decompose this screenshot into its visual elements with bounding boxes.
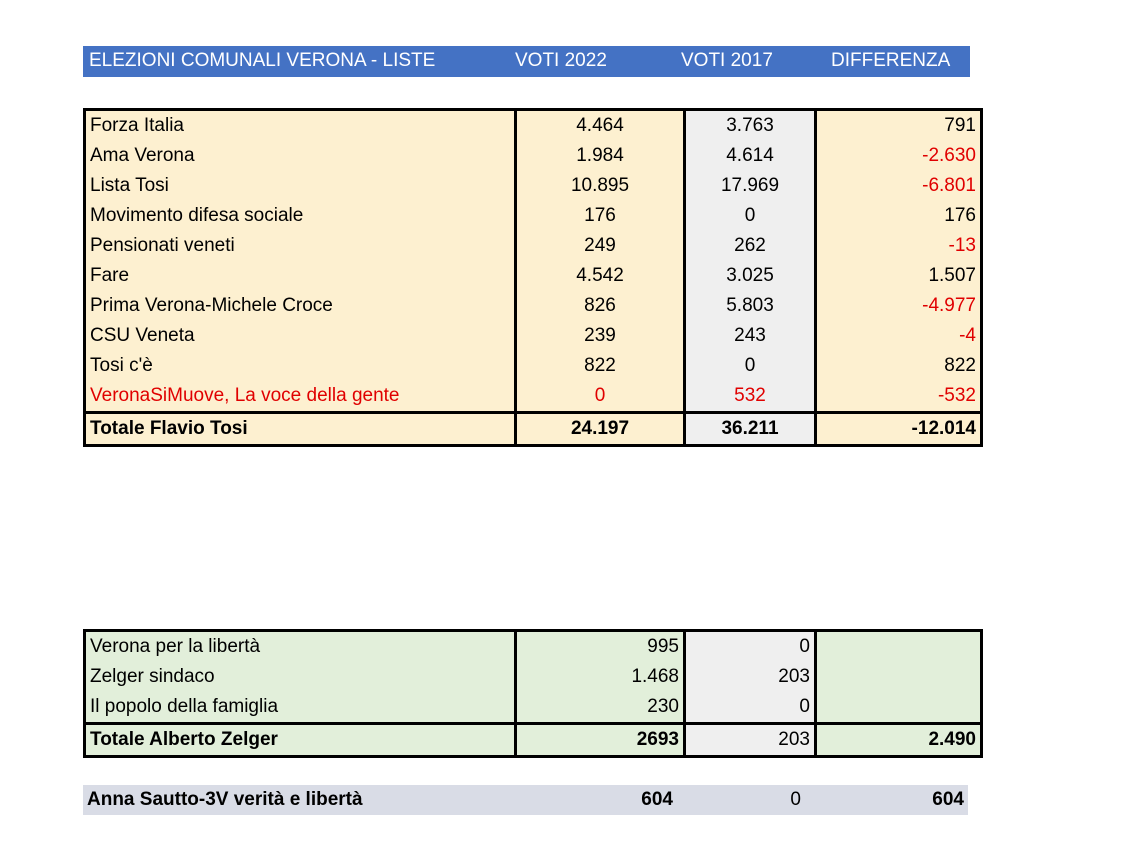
total-2017: 203	[684, 722, 817, 757]
votes-2017: 17.969	[684, 171, 817, 201]
votes-2022: 1.984	[515, 141, 686, 171]
difference	[815, 692, 982, 724]
zelger-lists-table: Verona per la libertà 995 0 Zelger sinda…	[83, 629, 983, 758]
difference: 176	[815, 201, 982, 231]
votes-2022: 4.464	[515, 109, 686, 141]
votes-2022: 826	[515, 291, 686, 321]
votes-2017: 3.025	[684, 261, 817, 291]
list-name: Tosi c'è	[84, 351, 517, 381]
votes-2017: 532	[684, 381, 817, 413]
votes-2022: 230	[515, 692, 686, 724]
difference: -4.977	[815, 291, 982, 321]
header-voti-2022: VOTI 2022	[515, 50, 607, 71]
votes-2017: 0	[684, 692, 817, 724]
total-2022: 2693	[515, 722, 686, 757]
list-name: Lista Tosi	[84, 171, 517, 201]
difference: -4	[815, 321, 982, 351]
votes-2022: 604	[511, 785, 677, 815]
difference: -532	[815, 381, 982, 413]
table-row: CSU Veneta 239 243 -4	[84, 321, 982, 351]
votes-2022: 1.468	[515, 662, 686, 692]
list-name: Verona per la libertà	[84, 630, 517, 662]
difference: 1.507	[815, 261, 982, 291]
table-header-bar: ELEZIONI COMUNALI VERONA - LISTE VOTI 20…	[83, 46, 970, 77]
votes-2017: 0	[684, 201, 817, 231]
list-name: Prima Verona-Michele Croce	[84, 291, 517, 321]
votes-2022: 249	[515, 231, 686, 261]
list-name: Il popolo della famiglia	[84, 692, 517, 724]
table-row: Fare 4.542 3.025 1.507	[84, 261, 982, 291]
table-row: Il popolo della famiglia 230 0	[84, 692, 982, 724]
table-row: VeronaSiMuove, La voce della gente 0 532…	[84, 381, 982, 413]
list-name: VeronaSiMuove, La voce della gente	[84, 381, 517, 413]
table-row: Prima Verona-Michele Croce 826 5.803 -4.…	[84, 291, 982, 321]
difference: -13	[815, 231, 982, 261]
total-2022: 24.197	[515, 411, 686, 446]
header-voti-2017: VOTI 2017	[681, 50, 773, 71]
list-name: Ama Verona	[84, 141, 517, 171]
votes-2022: 822	[515, 351, 686, 381]
table-row: Pensionati veneti 249 262 -13	[84, 231, 982, 261]
votes-2017: 4.614	[684, 141, 817, 171]
table-row: Ama Verona 1.984 4.614 -2.630	[84, 141, 982, 171]
table-row: Lista Tosi 10.895 17.969 -6.801	[84, 171, 982, 201]
difference	[815, 630, 982, 662]
votes-2017: 203	[684, 662, 817, 692]
votes-2022: 239	[515, 321, 686, 351]
sautto-table: Anna Sautto-3V verità e libertà 604 0 60…	[83, 785, 968, 815]
difference: 822	[815, 351, 982, 381]
list-name: Movimento difesa sociale	[84, 201, 517, 231]
votes-2017: 0	[684, 351, 817, 381]
votes-2022: 176	[515, 201, 686, 231]
table-row: Verona per la libertà 995 0	[84, 630, 982, 662]
votes-2017: 3.763	[684, 109, 817, 141]
difference: -6.801	[815, 171, 982, 201]
votes-2017: 262	[684, 231, 817, 261]
votes-2022: 4.542	[515, 261, 686, 291]
list-name: Fare	[84, 261, 517, 291]
total-row: Totale Alberto Zelger 2693 203 2.490	[84, 722, 982, 757]
list-name: Anna Sautto-3V verità e libertà	[83, 785, 511, 815]
difference: 604	[805, 785, 968, 815]
total-2017: 36.211	[684, 411, 817, 446]
votes-2017: 243	[684, 321, 817, 351]
list-name: CSU Veneta	[84, 321, 517, 351]
difference: 791	[815, 109, 982, 141]
total-row: Totale Flavio Tosi 24.197 36.211 -12.014	[84, 411, 982, 446]
table-row: Forza Italia 4.464 3.763 791	[84, 109, 982, 141]
header-title: ELEZIONI COMUNALI VERONA - LISTE	[89, 50, 436, 71]
tosi-lists-table: Forza Italia 4.464 3.763 791 Ama Verona …	[83, 108, 983, 447]
list-name: Forza Italia	[84, 109, 517, 141]
table-row: Anna Sautto-3V verità e libertà 604 0 60…	[83, 785, 968, 815]
total-label: Totale Flavio Tosi	[84, 411, 517, 446]
table-row: Tosi c'è 822 0 822	[84, 351, 982, 381]
total-difference: -12.014	[815, 411, 982, 446]
votes-2022: 0	[515, 381, 686, 413]
total-label: Totale Alberto Zelger	[84, 722, 517, 757]
table-row: Movimento difesa sociale 176 0 176	[84, 201, 982, 231]
list-name: Zelger sindaco	[84, 662, 517, 692]
votes-2022: 10.895	[515, 171, 686, 201]
list-name: Pensionati veneti	[84, 231, 517, 261]
votes-2017: 5.803	[684, 291, 817, 321]
difference: -2.630	[815, 141, 982, 171]
votes-2017: 0	[677, 785, 805, 815]
table-row: Zelger sindaco 1.468 203	[84, 662, 982, 692]
header-differenza: DIFFERENZA	[831, 50, 951, 71]
difference	[815, 662, 982, 692]
votes-2017: 0	[684, 630, 817, 662]
total-difference: 2.490	[815, 722, 982, 757]
votes-2022: 995	[515, 630, 686, 662]
